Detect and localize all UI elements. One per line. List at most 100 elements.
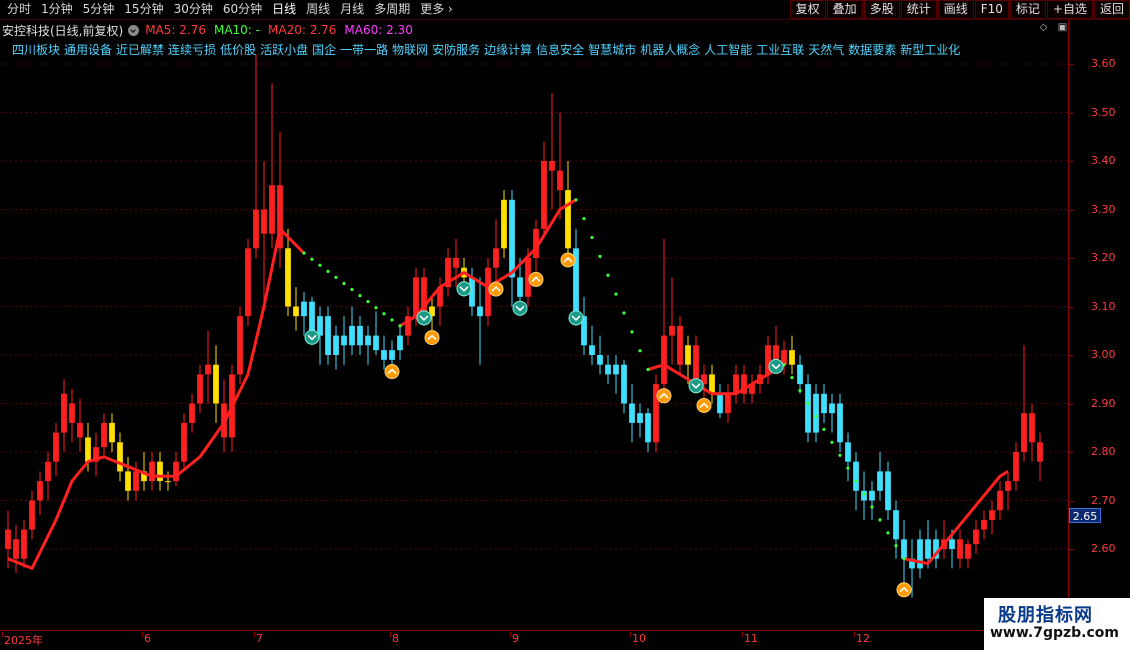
candle-body [549, 161, 555, 171]
candle-body [845, 442, 851, 462]
candle-body [261, 209, 267, 234]
candle-body [589, 345, 595, 355]
candle-body [333, 335, 339, 355]
candle-body [557, 170, 563, 191]
candle-body [837, 403, 843, 443]
candle-body [125, 471, 131, 491]
price-tick-label: 3.40 [1091, 154, 1116, 167]
candle-body [285, 248, 291, 307]
sell-signal-icon [568, 310, 584, 326]
price-tick-label: 2.90 [1091, 396, 1116, 410]
trail-dot [630, 330, 634, 334]
candle-body [69, 403, 75, 423]
candle-body [541, 161, 547, 229]
candle-body [453, 258, 459, 268]
candle-body [981, 519, 987, 530]
date-tick: 7 [254, 632, 263, 645]
sell-signal-icon [768, 358, 784, 374]
candle-body [45, 461, 51, 482]
candle-body [1037, 442, 1043, 462]
trail-dot [318, 263, 322, 267]
candle-body [117, 442, 123, 472]
candle-body [245, 248, 251, 317]
toolbar-button[interactable]: 返回 [1093, 0, 1130, 19]
candle-body [685, 345, 691, 365]
date-tick-label: 11 [744, 632, 758, 645]
date-tick-label: 7 [256, 632, 263, 645]
candle-body [949, 539, 955, 549]
price-tick-label: 3.00 [1091, 348, 1116, 361]
candle-body [1029, 413, 1035, 443]
trail-dot [334, 275, 338, 279]
candle-body [373, 335, 379, 351]
candle-body [877, 471, 883, 491]
candle-body [349, 325, 355, 346]
date-tick: 10 [630, 632, 646, 645]
buy-signal-icon [560, 252, 576, 268]
candle-body [269, 185, 275, 234]
candle-body [181, 422, 187, 462]
candle-body [645, 413, 651, 443]
current-price-label: 2.65 [1069, 508, 1101, 523]
candle-body [637, 413, 643, 423]
date-axis: 2025年 6 7 8 9 10 11 12 [0, 630, 1068, 650]
trail-dot [350, 287, 354, 292]
candle-body [493, 248, 499, 268]
candle-body [357, 325, 363, 346]
trail-dot [838, 453, 842, 457]
price-tick-label: 3.20 [1091, 251, 1116, 264]
candle-body [829, 403, 835, 414]
candle-body [21, 529, 27, 559]
candle-body [101, 422, 107, 448]
candle-body [597, 355, 603, 365]
trail-dot [382, 312, 386, 316]
trail-dot [622, 311, 626, 315]
sell-signal-icon [416, 310, 432, 326]
candle-body [501, 199, 507, 249]
candlestick-chart[interactable] [0, 0, 1068, 630]
candle-body [237, 316, 243, 375]
sell-signal-icon [512, 300, 528, 316]
candle-body [997, 490, 1003, 511]
candle-body [613, 364, 619, 375]
candle-body [173, 461, 179, 482]
sell-signal-icon [456, 281, 472, 297]
trail-dot [854, 479, 858, 483]
candle-body [13, 539, 19, 559]
candle-body [861, 490, 867, 501]
candle-body [293, 306, 299, 317]
candle-body [165, 481, 171, 483]
price-tick-label: 3.50 [1091, 105, 1116, 119]
candle-body [389, 350, 395, 360]
buy-signal-icon [656, 388, 672, 404]
candle-body [205, 364, 211, 375]
candle-body [397, 335, 403, 351]
candle-body [413, 277, 419, 317]
trail-dot [862, 492, 866, 496]
candle-body [669, 325, 675, 336]
candle-body [477, 306, 483, 317]
buy-signal-icon [488, 281, 504, 297]
date-tick-label: 6 [144, 632, 151, 645]
trail-dot [846, 466, 850, 470]
trail-dot [614, 292, 618, 296]
candle-body [869, 490, 875, 501]
candle-body [133, 471, 139, 491]
price-tick-label: 3.30 [1091, 202, 1116, 216]
trail-dot [878, 518, 882, 522]
candle-body [813, 393, 819, 433]
candle-body [725, 393, 731, 414]
candle-body [29, 500, 35, 530]
candle-body [325, 316, 331, 355]
price-tick-label: 2.70 [1091, 493, 1116, 507]
candle-body [317, 316, 323, 336]
candle-body [341, 335, 347, 346]
date-tick: 9 [510, 632, 519, 645]
sell-signal-icon [304, 329, 320, 345]
candle-body [1005, 481, 1011, 491]
candle-body [197, 374, 203, 404]
date-tick-label: 10 [632, 632, 646, 645]
ma-line [647, 363, 785, 396]
trail-dot [814, 414, 818, 419]
candle-body [901, 539, 907, 559]
